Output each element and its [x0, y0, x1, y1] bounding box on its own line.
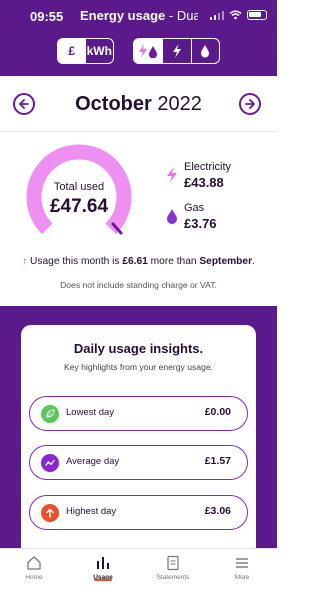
insight-label: Average day	[66, 456, 120, 467]
insight-label: Lowest day	[66, 407, 115, 418]
fuel-toggle	[133, 38, 220, 64]
month-selector: October 2022	[0, 76, 277, 132]
month-title: October 2022	[0, 93, 277, 116]
electricity-icon	[172, 44, 181, 58]
insights-card: Daily usage insights. Key highlights fro…	[21, 325, 256, 565]
comparison-month: September	[199, 256, 253, 267]
gas-label: Gas	[184, 202, 205, 214]
gas-icon	[201, 45, 210, 58]
insight-label: Highest day	[66, 506, 117, 517]
tab-usage[interactable]: Usage	[73, 555, 133, 581]
usage-comparison: ↑ Usage this month is £6.61 more than Se…	[0, 256, 277, 267]
tab-label: Home	[25, 574, 43, 581]
gas-value: £3.76	[184, 216, 217, 231]
unit-toggle: £ kWh	[57, 38, 114, 64]
tab-label: Statements	[156, 574, 190, 581]
page-title-fuel: - Dual	[168, 8, 198, 23]
comparison-suffix: .	[252, 256, 255, 267]
next-month-button[interactable]	[239, 93, 261, 115]
wifi-icon	[229, 10, 242, 20]
electricity-icon	[167, 167, 177, 183]
total-used-label: Total used	[53, 181, 105, 193]
gas-icon	[167, 209, 177, 224]
insight-highest-day[interactable]: Highest day £3.06	[29, 495, 248, 530]
active-tab-indicator	[94, 579, 112, 581]
insight-average-day[interactable]: Average day £1.57	[29, 445, 248, 480]
arrow-right-icon	[245, 99, 255, 109]
tab-more[interactable]: More	[212, 555, 272, 581]
fuel-toggle-dual[interactable]	[134, 39, 163, 63]
page-title: Energy usage - Dual	[80, 8, 198, 23]
comparison-amount: £6.61	[122, 256, 148, 267]
status-icons	[209, 10, 267, 20]
electricity-label: Electricity	[184, 161, 232, 173]
trend-icon	[41, 453, 59, 472]
home-icon	[27, 556, 41, 570]
arrow-up-icon	[41, 503, 59, 522]
tab-label: More	[234, 574, 250, 581]
disclaimer-text: Does not include standing charge or VAT.	[60, 280, 217, 290]
fuel-toggle-electricity[interactable]	[162, 39, 190, 63]
document-icon	[167, 555, 179, 571]
tab-home[interactable]: Home	[4, 555, 64, 581]
menu-icon	[236, 558, 248, 568]
battery-icon	[247, 10, 267, 20]
month-year: 2022	[151, 93, 202, 115]
insight-value: £1.57	[204, 455, 231, 467]
insight-lowest-day[interactable]: Lowest day £0.00	[29, 396, 248, 431]
insight-value: £0.00	[204, 406, 231, 418]
electricity-value: £43.88	[184, 175, 224, 190]
leaf-icon	[41, 404, 59, 423]
app-header: 09:55 Energy usage - Dual £ kWh	[0, 0, 277, 76]
comparison-prefix: Usage this month is	[30, 256, 123, 267]
dual-fuel-icon	[139, 44, 158, 58]
bar-chart-icon	[97, 557, 109, 569]
page-title-main: Energy usage	[80, 8, 166, 23]
total-used-value: £47.64	[49, 196, 109, 217]
status-time: 09:55	[30, 9, 64, 24]
increase-arrow-icon: ↑	[22, 256, 28, 267]
month-name: October	[75, 93, 152, 115]
insight-value: £3.06	[204, 505, 231, 517]
tab-statements[interactable]: Statements	[143, 555, 203, 581]
comparison-middle: more than	[147, 256, 200, 267]
insights-title: Daily usage insights.	[73, 341, 204, 356]
signal-icon	[209, 10, 224, 20]
unit-toggle-kwh[interactable]: kWh	[86, 39, 114, 63]
bottom-navigation: Home Usage Statements More	[0, 548, 277, 600]
insights-subtitle: Key highlights from your energy usage.	[63, 362, 214, 372]
fuel-toggle-gas[interactable]	[190, 39, 219, 63]
unit-toggle-pounds[interactable]: £	[58, 39, 86, 63]
